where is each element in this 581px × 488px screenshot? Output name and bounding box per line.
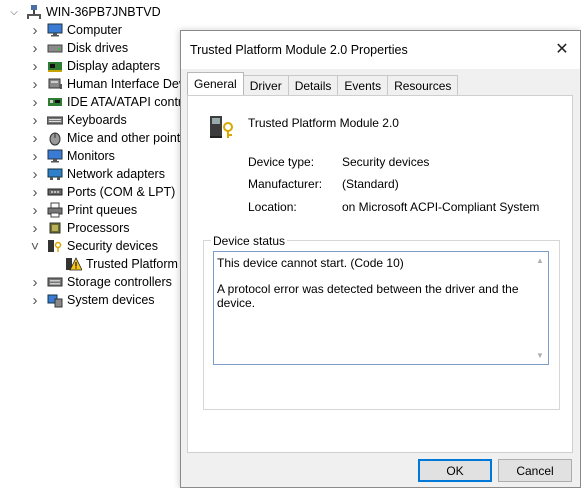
tree-item-ports-com-lpt[interactable]: › Ports (COM & LPT) <box>29 183 176 201</box>
status-scrollbar[interactable]: ▲ ▼ <box>532 252 548 364</box>
status-line-1: This device cannot start. (Code 10) <box>217 256 404 270</box>
chevron-right-icon[interactable]: › <box>29 130 41 147</box>
tree-item-label: Processors <box>67 221 130 235</box>
security-device-icon <box>47 238 63 254</box>
tree-root[interactable]: ⌵ WIN-36PB7JNBTVD <box>8 3 161 21</box>
chevron-down-icon[interactable]: ˅ <box>29 238 41 254</box>
tab-resources[interactable]: Resources <box>387 75 459 95</box>
tree-item-label: System devices <box>67 293 155 307</box>
chevron-right-icon[interactable]: › <box>29 184 41 201</box>
tree-item-print-queues[interactable]: › Print queues <box>29 201 138 219</box>
storage-controller-icon <box>47 274 63 290</box>
tab-events[interactable]: Events <box>337 75 389 95</box>
tree-item-label: Monitors <box>67 149 115 163</box>
security-device-icon <box>208 110 240 142</box>
location-value: on Microsoft ACPI-Compliant System <box>342 200 540 214</box>
tree-item-label: IDE ATA/ATAPI contro <box>67 95 190 109</box>
device-name: Trusted Platform Module 2.0 <box>248 116 399 130</box>
tree-item-keyboards[interactable]: › Keyboards <box>29 111 127 129</box>
processor-icon <box>47 220 63 236</box>
location-label: Location: <box>248 200 297 214</box>
tab-strip: General Driver Details Events Resources <box>187 72 459 95</box>
tree-item-ide-ata-atapi-contro[interactable]: › IDE ATA/ATAPI contro <box>29 93 190 111</box>
tree-item-label: Computer <box>67 23 122 37</box>
chevron-right-icon[interactable]: › <box>29 40 41 57</box>
tab-driver[interactable]: Driver <box>242 75 289 95</box>
chevron-right-icon[interactable]: › <box>29 112 41 129</box>
chevron-right-icon[interactable]: › <box>29 58 41 75</box>
tree-item-label: Disk drives <box>67 41 129 55</box>
port-icon <box>47 184 63 200</box>
dialog-title: Trusted Platform Module 2.0 Properties <box>190 43 408 57</box>
tree-item-network-adapters[interactable]: › Network adapters <box>29 165 165 183</box>
chevron-right-icon[interactable]: › <box>29 274 41 291</box>
tree-item-label: Keyboards <box>67 113 127 127</box>
keyboard-icon <box>46 112 64 128</box>
manufacturer-value: (Standard) <box>342 177 399 191</box>
tree-item-trusted-platform-m[interactable]: Trusted Platform M <box>66 255 192 273</box>
tree-item-label: Mice and other pointi <box>67 131 184 145</box>
hid-icon <box>47 76 63 92</box>
manufacturer-label: Manufacturer: <box>248 177 323 191</box>
properties-dialog: Trusted Platform Module 2.0 Properties ✕… <box>180 30 581 488</box>
tree-item-label: Security devices <box>67 239 159 253</box>
tree-item-label: Display adapters <box>67 59 161 73</box>
chevron-down-icon[interactable]: ⌵ <box>8 6 20 18</box>
device-status-textbox[interactable]: This device cannot start. (Code 10) A pr… <box>213 251 549 365</box>
tree-item-monitors[interactable]: › Monitors <box>29 147 115 165</box>
tree-item-human-interface-devi[interactable]: › Human Interface Devi <box>29 75 188 93</box>
chevron-right-icon[interactable]: › <box>29 76 41 93</box>
device-type-label: Device type: <box>248 155 315 169</box>
monitor-icon <box>47 148 63 164</box>
device-type-value: Security devices <box>342 155 430 169</box>
ok-button[interactable]: OK <box>418 459 492 482</box>
chevron-right-icon[interactable]: › <box>29 202 41 219</box>
chevron-right-icon[interactable]: › <box>29 220 41 237</box>
computer-root-icon <box>26 4 42 20</box>
tree-item-storage-controllers[interactable]: › Storage controllers <box>29 273 172 291</box>
display-adapter-icon <box>47 58 63 74</box>
tree-item-security-devices[interactable]: ˅ Security devices <box>29 237 158 255</box>
chevron-right-icon[interactable]: › <box>29 94 41 111</box>
device-status-legend: Device status <box>211 234 288 248</box>
tree-item-label: Human Interface Devi <box>67 77 188 91</box>
ide-controller-icon <box>47 94 63 110</box>
tab-general[interactable]: General <box>187 72 244 95</box>
chevron-right-icon[interactable]: › <box>29 292 41 309</box>
tree-item-mice-and-other-pointi[interactable]: › Mice and other pointi <box>29 129 184 147</box>
tree-item-display-adapters[interactable]: › Display adapters <box>29 57 161 75</box>
disk-drive-icon <box>47 40 63 56</box>
tree-item-label: Storage controllers <box>67 275 172 289</box>
chevron-right-icon[interactable]: › <box>29 148 41 165</box>
tree-item-label: Ports (COM & LPT) <box>67 185 176 199</box>
printer-icon <box>47 202 63 218</box>
monitor-icon <box>47 22 63 38</box>
tree-item-label: Trusted Platform M <box>86 257 192 271</box>
chevron-right-icon[interactable]: › <box>29 166 41 183</box>
general-panel: Trusted Platform Module 2.0 Device type:… <box>187 95 573 453</box>
scroll-up-icon[interactable]: ▲ <box>536 256 544 265</box>
status-line-2: A protocol error was detected between th… <box>217 282 519 310</box>
tree-item-computer[interactable]: › Computer <box>29 21 122 39</box>
mouse-icon <box>47 130 63 146</box>
system-device-icon <box>47 292 63 308</box>
tree-root-label: WIN-36PB7JNBTVD <box>46 5 161 19</box>
tree-item-system-devices[interactable]: › System devices <box>29 291 155 309</box>
tree-item-label: Print queues <box>67 203 138 217</box>
warning-icon <box>66 256 83 272</box>
cancel-button[interactable]: Cancel <box>498 459 572 482</box>
tree-item-disk-drives[interactable]: › Disk drives <box>29 39 129 57</box>
scroll-down-icon[interactable]: ▼ <box>536 351 544 360</box>
close-icon[interactable]: ✕ <box>550 37 574 61</box>
tree-item-processors[interactable]: › Processors <box>29 219 130 237</box>
tree-item-label: Network adapters <box>67 167 165 181</box>
dialog-titlebar[interactable]: Trusted Platform Module 2.0 Properties ✕ <box>181 31 580 69</box>
network-adapter-icon <box>47 166 63 182</box>
chevron-right-icon[interactable]: › <box>29 22 41 39</box>
tab-details[interactable]: Details <box>287 75 339 95</box>
